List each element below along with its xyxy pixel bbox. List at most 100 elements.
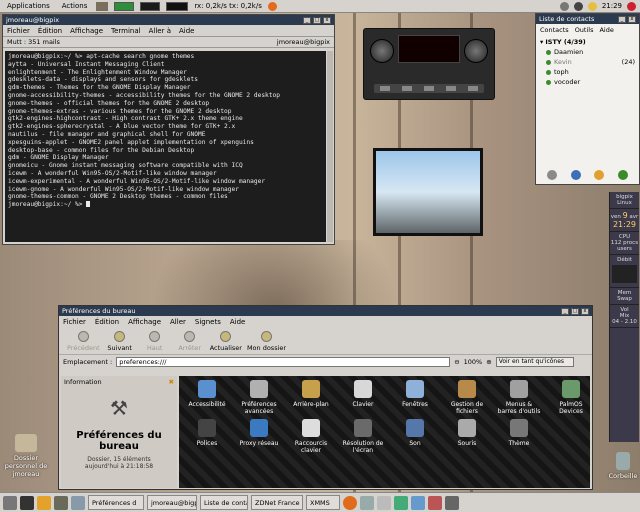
close-button[interactable]: x: [581, 307, 589, 315]
menu-fichier[interactable]: Fichier: [7, 27, 30, 35]
logout-icon[interactable]: [627, 1, 636, 11]
info-icon[interactable]: [570, 170, 581, 180]
contact-item[interactable]: vocoder: [540, 77, 635, 87]
clock[interactable]: 21:29: [602, 2, 622, 10]
contact-item[interactable]: Daamien: [540, 47, 635, 57]
editor-launcher-icon[interactable]: [411, 495, 425, 510]
maximize-button[interactable]: □: [571, 307, 579, 315]
contact-item[interactable]: toph: [540, 67, 635, 77]
volume-icon[interactable]: [573, 1, 583, 11]
side-pane-selector[interactable]: Information: [64, 378, 102, 386]
status-icon[interactable]: [618, 170, 629, 180]
view-mode-select[interactable]: Voir en tant qu'icônes: [495, 357, 574, 367]
maximize-button[interactable]: □: [313, 16, 321, 24]
music-launcher-icon[interactable]: [428, 495, 442, 510]
preference-item[interactable]: Clavier: [341, 380, 385, 415]
location-input[interactable]: preferences:///: [116, 357, 451, 367]
taskbar-item[interactable]: Liste de conta: [200, 495, 248, 510]
balance-knob[interactable]: [464, 39, 488, 63]
preference-item[interactable]: Menus & barres d'outils: [497, 380, 541, 415]
preference-item[interactable]: Proxy réseau: [237, 419, 281, 454]
prev-button[interactable]: [380, 86, 390, 91]
show-desktop-icon[interactable]: [3, 495, 17, 510]
preference-item[interactable]: Résolution de l'écran: [341, 419, 385, 454]
volume-knob[interactable]: [370, 39, 394, 63]
menu-outils[interactable]: Outils: [575, 26, 594, 34]
menu-terminal[interactable]: Terminal: [111, 27, 141, 35]
terminal-titlebar[interactable]: jmoreau@bigpix _ □ x: [3, 15, 334, 25]
calendar[interactable]: ven 9 avr 21:29: [610, 209, 639, 232]
group-header[interactable]: ▾ ISTY (4/39): [540, 37, 635, 47]
menu-aller[interactable]: Aller à: [149, 27, 171, 35]
minimize-button[interactable]: _: [618, 15, 626, 23]
actions-menu[interactable]: Actions: [59, 2, 91, 10]
applications-menu[interactable]: Applications: [4, 2, 53, 10]
xchat-launcher-icon[interactable]: [37, 495, 51, 510]
zoom-in-button[interactable]: ⊕: [486, 358, 491, 366]
trash-desktop-icon[interactable]: Corbeille: [606, 452, 640, 480]
gaim-launcher-icon[interactable]: [394, 495, 408, 510]
preference-item[interactable]: Arrière-plan: [289, 380, 333, 415]
launcher-icon[interactable]: [96, 1, 109, 11]
preference-item[interactable]: Gestion de fichiers: [445, 380, 489, 415]
menu-signets[interactable]: Signets: [195, 318, 221, 326]
preference-item[interactable]: Fenêtres: [393, 380, 437, 415]
taskbar-item[interactable]: XMMS: [306, 495, 340, 510]
next-button[interactable]: [468, 86, 478, 91]
menu-contacts[interactable]: Contacts: [540, 26, 569, 34]
logout-launcher-icon[interactable]: [445, 495, 459, 510]
menu-aide[interactable]: Aide: [230, 318, 245, 326]
stop-button[interactable]: [446, 86, 456, 91]
preference-item[interactable]: PalmOS Devices: [549, 380, 593, 415]
minimize-button[interactable]: _: [303, 16, 311, 24]
stop-button[interactable]: Arrêter: [175, 331, 205, 352]
menu-aide[interactable]: Aide: [179, 27, 194, 35]
workspace-switcher-icon[interactable]: [71, 495, 85, 510]
preference-item[interactable]: Thème: [497, 419, 541, 454]
preferences-titlebar[interactable]: Préférences du bureau _ □ x: [59, 306, 592, 316]
play-button[interactable]: [402, 86, 412, 91]
menu-edition[interactable]: Édition: [38, 27, 62, 35]
taskbar-item[interactable]: Préférences d: [88, 495, 144, 510]
close-side-pane-icon[interactable]: ✖: [169, 378, 174, 386]
browser-launcher-icon[interactable]: [267, 1, 277, 11]
firefox-launcher-icon[interactable]: [343, 495, 357, 510]
menu-fichier[interactable]: Fichier: [63, 318, 86, 326]
preference-item[interactable]: Préférences avancées: [237, 380, 281, 415]
reload-button[interactable]: Actualiser: [210, 331, 242, 352]
preference-item[interactable]: Accessibilité: [185, 380, 229, 415]
home-folder-desktop-icon[interactable]: Dossier personnel de jmoreau: [4, 434, 48, 478]
menu-affichage[interactable]: Affichage: [128, 318, 161, 326]
menu-aide[interactable]: Aide: [599, 26, 613, 34]
preference-item[interactable]: Raccourcis clavier: [289, 419, 333, 454]
menu-aller[interactable]: Aller: [170, 318, 186, 326]
terminal-launcher-icon[interactable]: [20, 495, 34, 510]
menu-edition[interactable]: Édition: [95, 318, 119, 326]
zoom-level[interactable]: 100%: [464, 358, 483, 366]
preference-item[interactable]: Polices: [185, 419, 229, 454]
preference-item[interactable]: Son: [393, 419, 437, 454]
mail-launcher-icon[interactable]: [360, 495, 374, 510]
back-button[interactable]: Précédent: [67, 331, 100, 352]
up-button[interactable]: Haut: [140, 331, 170, 352]
pause-button[interactable]: [424, 86, 434, 91]
calculator-launcher-icon[interactable]: [377, 495, 391, 510]
menu-affichage[interactable]: Affichage: [70, 27, 103, 35]
chat-icon[interactable]: [594, 170, 605, 180]
taskbar-item[interactable]: jmoreau@bigp: [147, 495, 197, 510]
contacts-titlebar[interactable]: Liste de contacts _ x: [536, 14, 639, 24]
terminal-scrollbar[interactable]: [327, 51, 333, 242]
forward-button[interactable]: Suivant: [105, 331, 135, 352]
xmms-player[interactable]: [363, 28, 495, 100]
zoom-out-button[interactable]: ⊖: [454, 358, 459, 366]
home-button[interactable]: Mon dossier: [247, 331, 286, 352]
mail-icon[interactable]: [559, 1, 569, 11]
gimp-launcher-icon[interactable]: [54, 495, 68, 510]
add-contact-icon[interactable]: [546, 170, 557, 180]
close-button[interactable]: x: [628, 15, 636, 23]
contact-item[interactable]: Kevin (24): [540, 57, 635, 67]
close-button[interactable]: x: [323, 16, 331, 24]
minimize-button[interactable]: _: [561, 307, 569, 315]
preference-item[interactable]: Souris: [445, 419, 489, 454]
taskbar-item[interactable]: ZDNet France: [251, 495, 303, 510]
